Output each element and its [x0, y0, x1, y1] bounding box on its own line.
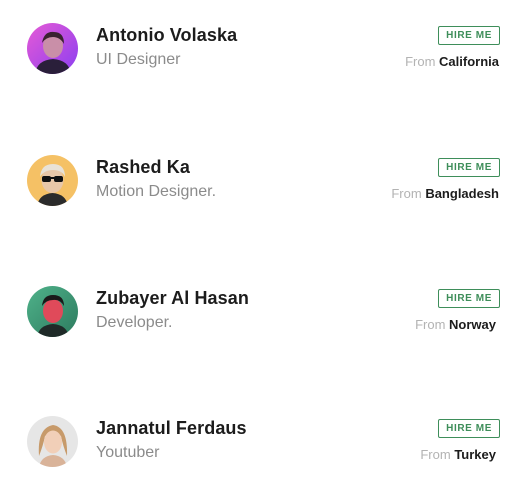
avatar-green-portrait-icon: [27, 286, 78, 337]
from-label: From: [415, 317, 446, 332]
hire-me-button[interactable]: HIRE ME: [438, 289, 500, 308]
person-name: Rashed Ka: [96, 157, 190, 177]
location-text: From California: [405, 54, 499, 69]
person-name: Zubayer Al Hasan: [96, 288, 249, 308]
hire-me-button[interactable]: HIRE ME: [438, 158, 500, 177]
profile-card: Rashed Ka Motion Designer. HIRE ME From …: [0, 155, 530, 225]
from-label: From: [405, 54, 436, 69]
avatar[interactable]: [27, 23, 78, 74]
location-text: From Bangladesh: [391, 186, 499, 201]
profile-card: Zubayer Al Hasan Developer. HIRE ME From…: [0, 286, 530, 356]
person-role: Developer.: [96, 314, 173, 331]
person-role: Motion Designer.: [96, 183, 217, 200]
location-value: Norway: [449, 317, 496, 332]
avatar-blonde-portrait-icon: [27, 416, 78, 467]
hire-me-button[interactable]: HIRE ME: [438, 419, 500, 438]
location-value: California: [439, 54, 499, 69]
profile-card: Antonio Volaska UI Designer HIRE ME From…: [0, 23, 530, 93]
location-value: Bangladesh: [425, 186, 499, 201]
avatar[interactable]: [27, 286, 78, 337]
avatar[interactable]: [27, 416, 78, 467]
person-name: Antonio Volaska: [96, 25, 238, 45]
person-role: Youtuber: [96, 444, 160, 461]
location-text: From Norway: [415, 317, 496, 332]
hire-me-button[interactable]: HIRE ME: [438, 26, 500, 45]
avatar-sunglasses-portrait-icon: [27, 155, 78, 206]
from-label: From: [420, 447, 451, 462]
person-name: Jannatul Ferdaus: [96, 418, 247, 438]
avatar[interactable]: [27, 155, 78, 206]
avatar-purple-portrait-icon: [27, 23, 78, 74]
person-role: UI Designer: [96, 51, 181, 68]
profile-card: Jannatul Ferdaus Youtuber HIRE ME From T…: [0, 416, 530, 486]
location-text: From Turkey: [420, 447, 496, 462]
location-value: Turkey: [454, 447, 496, 462]
from-label: From: [391, 186, 422, 201]
